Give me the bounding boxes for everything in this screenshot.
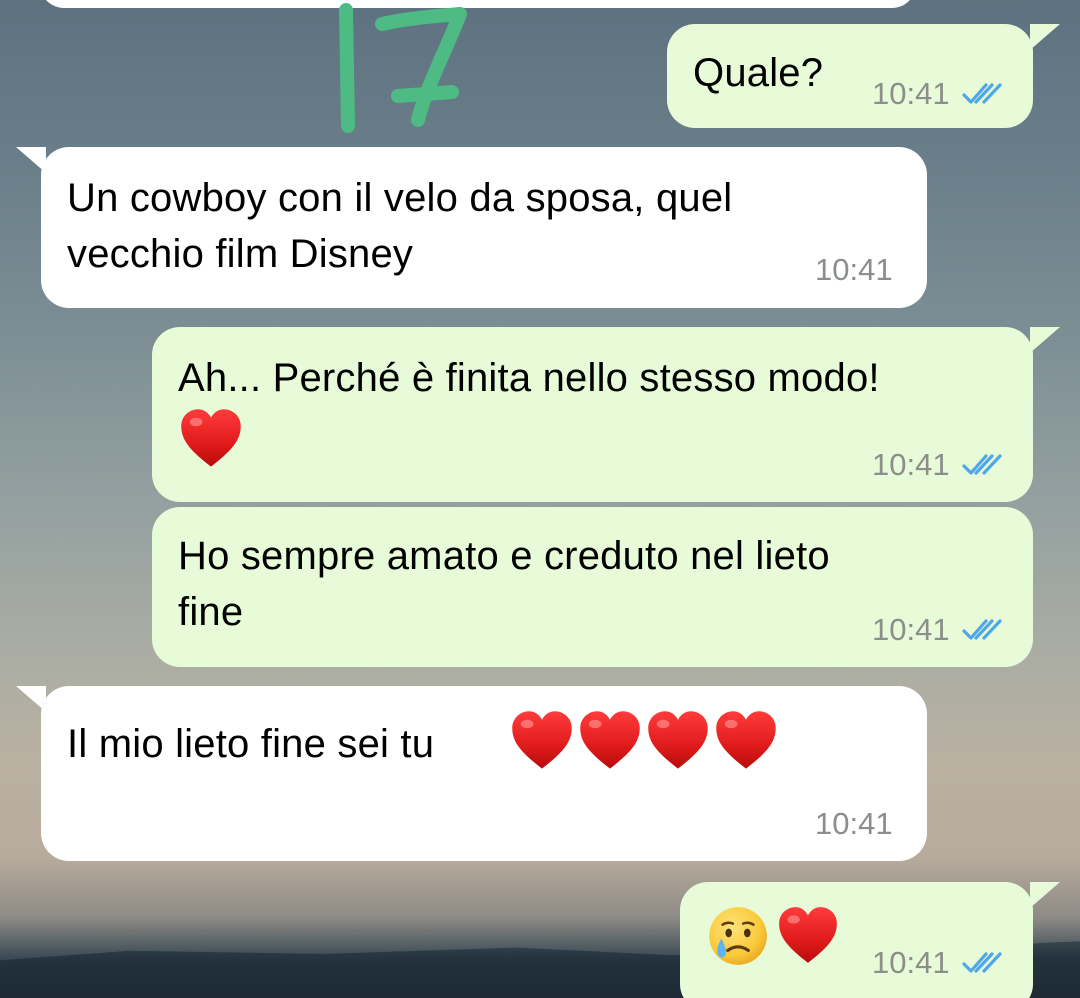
crying-face-icon: [709, 907, 767, 965]
heart-icon: [775, 903, 841, 969]
handwritten-annotation: [339, 3, 467, 133]
emoji-row: [508, 707, 780, 775]
message-meta: 10:41: [872, 447, 1004, 483]
message-meta: 10:41: [815, 806, 893, 842]
read-receipt-icon: [962, 617, 1004, 643]
message-meta: 10:41: [872, 945, 1004, 981]
message-meta: 10:41: [872, 612, 1004, 648]
heart-icon: [177, 405, 245, 473]
message-timestamp: 10:41: [872, 447, 950, 482]
emoji-row: [705, 903, 841, 969]
message-text: Quale?: [693, 51, 824, 95]
bubble-tail: [16, 686, 46, 712]
heart-icon: [712, 707, 780, 775]
message-text: Il mio lieto fine sei tu: [67, 722, 435, 766]
bubble-tail: [1030, 882, 1060, 908]
message-timestamp: 10:41: [815, 252, 893, 287]
read-receipt-icon: [962, 81, 1004, 107]
bubble-tail: [1030, 24, 1060, 50]
message-text-line: Un cowboy con il velo da sposa, quel: [67, 176, 733, 220]
heart-icon: [576, 707, 644, 775]
bubble-tail: [16, 147, 46, 173]
message-timestamp: 10:41: [815, 806, 893, 841]
message-text-line: vecchio film Disney: [67, 232, 414, 276]
previous-message-bubble-edge: [40, 0, 916, 8]
message-text: Ah... Perché è finita nello stesso modo!: [178, 356, 880, 400]
message-timestamp: 10:41: [872, 612, 950, 647]
message-timestamp: 10:41: [872, 945, 950, 980]
message-text-line: fine: [178, 590, 244, 634]
message-meta: 10:41: [815, 252, 893, 288]
message-meta: 10:41: [872, 76, 1004, 112]
bubble-tail: [1030, 327, 1060, 353]
read-receipt-icon: [962, 452, 1004, 478]
message-timestamp: 10:41: [872, 76, 950, 111]
message-bubble-incoming[interactable]: [41, 686, 927, 861]
message-text-line: Ho sempre amato e creduto nel lieto: [178, 534, 830, 578]
heart-icon: [644, 707, 712, 775]
read-receipt-icon: [962, 950, 1004, 976]
heart-icon: [508, 707, 576, 775]
